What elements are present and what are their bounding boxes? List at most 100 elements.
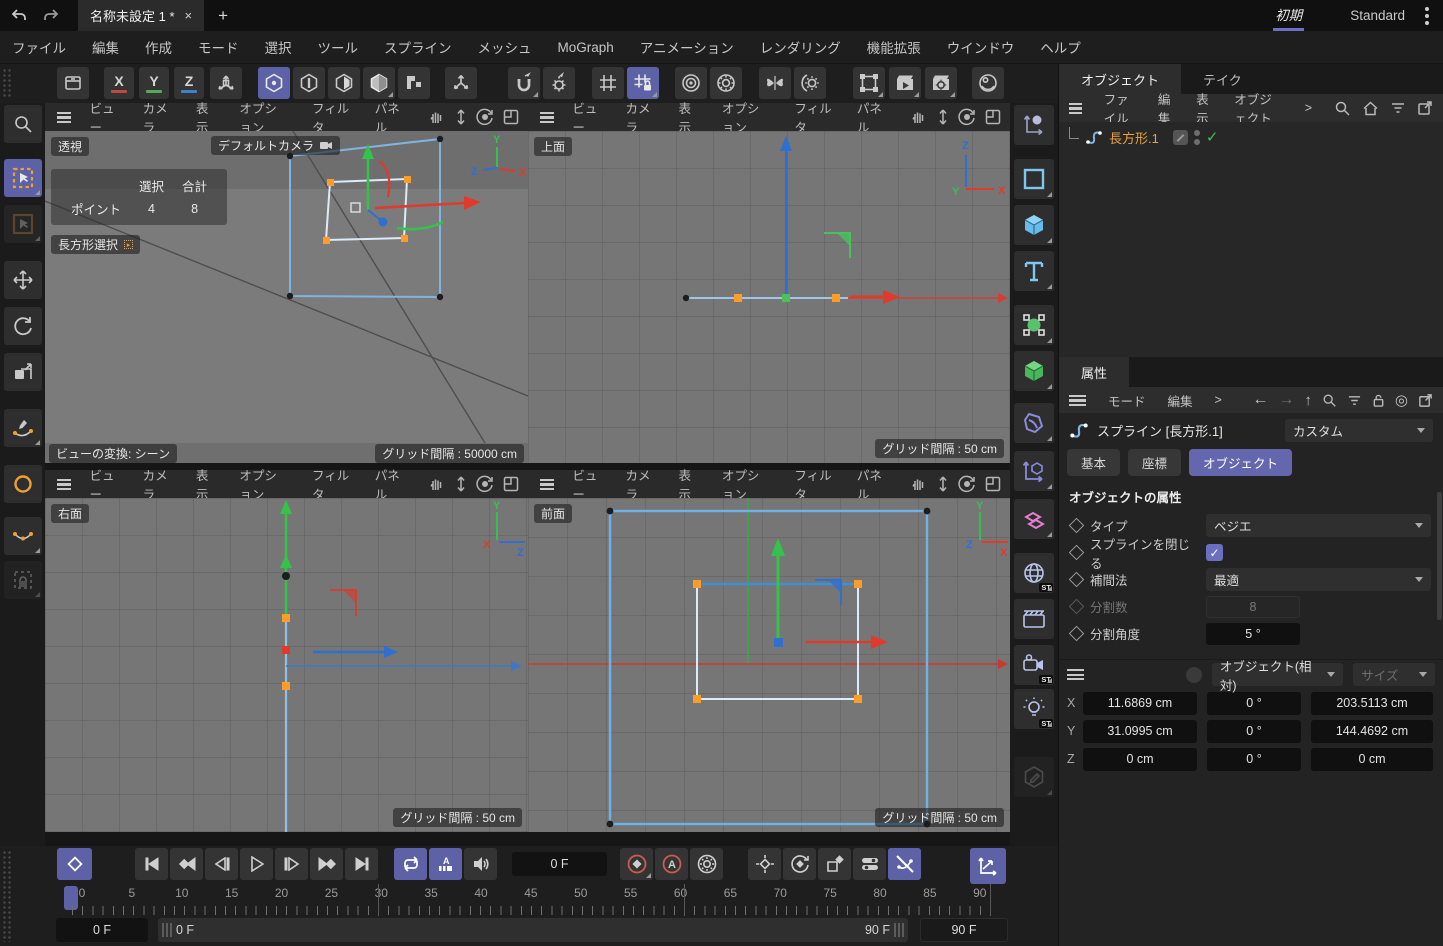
points-mode-button[interactable] (258, 67, 290, 99)
tool-expand-icon[interactable]: ▸ (124, 240, 133, 249)
timeline-drag-handle[interactable] (2, 850, 12, 942)
menu-item[interactable]: モード (198, 37, 239, 57)
menu-overflow-chevron[interactable]: > (1305, 101, 1312, 115)
range-end-field[interactable]: 90 F (920, 918, 1008, 942)
polygons-mode-button[interactable] (328, 67, 360, 99)
menu-item[interactable]: 作成 (145, 37, 172, 57)
enabled-checkmark-icon[interactable]: ✓ (1206, 128, 1219, 146)
position-x-field[interactable]: 11.6869 cm (1083, 692, 1197, 715)
viewport-burger-icon[interactable] (540, 479, 554, 490)
position-y-field[interactable]: 31.0995 cm (1083, 720, 1197, 743)
live-selection-tool-button[interactable] (4, 205, 42, 243)
type-dropdown[interactable]: ベジエ (1206, 514, 1431, 537)
subdivision-generator-button[interactable] (1014, 305, 1054, 345)
axis-workflow-button[interactable] (1014, 105, 1054, 145)
key-pla-toggle[interactable] (888, 848, 921, 880)
toggle-view-icon[interactable] (502, 108, 520, 126)
position-z-field[interactable]: 0 cm (1083, 748, 1197, 771)
dolly-view-icon[interactable] (936, 475, 950, 493)
viewport-right[interactable]: ビューカメラ表示オプションフィルタパネル (45, 470, 528, 846)
previous-frame-button[interactable] (205, 848, 238, 880)
menu-item[interactable]: メッシュ (478, 37, 532, 57)
tab-attributes[interactable]: 属性 (1059, 357, 1129, 387)
filter-icon[interactable] (1347, 394, 1362, 407)
orbit-view-icon[interactable] (476, 108, 494, 126)
cage-deform-tool-button[interactable] (4, 561, 42, 599)
render-view-button[interactable] (889, 67, 921, 99)
menu-item[interactable]: アニメーション (640, 37, 734, 57)
object-row-rectangle[interactable]: 長方形.1 ✓ (1069, 126, 1218, 148)
stage-object-button[interactable] (1014, 599, 1054, 639)
quantize-button[interactable] (627, 67, 659, 99)
viewport-top-canvas[interactable]: Z Y X 上面 グリッド間隔 : 50 cm (528, 131, 1010, 463)
dolly-view-icon[interactable] (454, 475, 468, 493)
key-rotation-toggle[interactable] (783, 848, 816, 880)
menu-item[interactable]: ウインドウ (947, 37, 1015, 57)
sky-object-button[interactable]: ST (1014, 553, 1054, 593)
render-settings-button[interactable] (925, 67, 957, 99)
lock-y-axis-button[interactable]: Y (139, 67, 169, 99)
timeline-ruler[interactable]: 051015202530354045505560657075808590 (72, 886, 990, 900)
size-mode-dropdown[interactable]: サイズ (1353, 663, 1435, 686)
light-object-button[interactable]: ST (1014, 689, 1054, 729)
viewport-top[interactable]: ビューカメラ表示オプションフィルタパネル (528, 103, 1010, 463)
spline-primitive-button[interactable] (1014, 159, 1054, 199)
snap-button[interactable] (508, 67, 540, 99)
menu-item[interactable]: MoGraph (558, 40, 614, 55)
size-z-field[interactable]: 0 cm (1311, 748, 1433, 771)
tab-coordinates[interactable]: 座標 (1128, 449, 1181, 476)
move-tool-button[interactable] (4, 261, 42, 299)
menu-item[interactable]: ヘルプ (1040, 37, 1081, 57)
history-forward-icon[interactable]: → (1278, 391, 1294, 409)
toggle-view-icon[interactable] (984, 108, 1002, 126)
arc-spline-tool-button[interactable] (4, 517, 42, 555)
close-tab-icon[interactable]: × (185, 8, 193, 23)
keyframe-diamond-button[interactable] (57, 848, 92, 880)
angle-field[interactable]: 5 ° (1206, 623, 1300, 645)
find-tool-button[interactable] (4, 105, 42, 143)
size-y-field[interactable]: 144.4692 cm (1311, 720, 1433, 743)
viewport-burger-icon[interactable] (57, 112, 71, 123)
redo-button[interactable] (38, 3, 64, 29)
search-icon[interactable] (1334, 100, 1351, 117)
interpolation-dropdown[interactable]: 最適 (1206, 568, 1431, 591)
menu-overflow-chevron[interactable]: > (1215, 393, 1222, 407)
viewport-right-canvas[interactable]: Y X Z 右面 グリッド間隔 : 50 cm (45, 498, 528, 832)
rectangle-selection-tool-button[interactable] (4, 159, 42, 197)
target-mode-icon[interactable]: ◎ (1395, 391, 1408, 409)
keyframe-diamond-icon[interactable] (1069, 545, 1085, 561)
home-icon[interactable] (1362, 100, 1379, 117)
attribute-menu-item[interactable]: 編集 (1168, 391, 1193, 410)
sound-button[interactable] (464, 848, 497, 880)
object-tree[interactable]: 長方形.1 ✓ (1059, 122, 1443, 357)
object-manager-burger-icon[interactable] (1069, 103, 1082, 114)
viewport-perspective[interactable]: ビューカメラ表示オプションフィルタパネル (45, 103, 528, 463)
grid-button[interactable] (592, 67, 624, 99)
menu-item[interactable]: 機能拡張 (867, 37, 921, 57)
tab-object[interactable]: オブジェクト (1189, 449, 1292, 476)
lock-x-axis-button[interactable]: X (104, 67, 134, 99)
key-position-toggle[interactable] (748, 848, 781, 880)
object-name[interactable]: 長方形.1 (1109, 128, 1159, 147)
edit-hexagon-button[interactable] (1014, 757, 1054, 797)
viewport-front-canvas[interactable]: Y Z X 前面 グリッド間隔 : 50 cm (528, 498, 1010, 832)
pen-spline-tool-button[interactable] (4, 409, 42, 447)
toggle-view-icon[interactable] (502, 475, 520, 493)
symmetry-settings-button[interactable] (794, 67, 826, 99)
cube-primitive-button[interactable] (1014, 205, 1054, 245)
texture-mode-button[interactable] (398, 67, 430, 99)
camera-object-button[interactable]: ST (1014, 645, 1054, 685)
camera-label[interactable]: デフォルトカメラ (211, 136, 340, 155)
orbit-view-icon[interactable] (476, 475, 494, 493)
close-spline-checkbox[interactable]: ✓ (1206, 544, 1223, 561)
orbit-view-icon[interactable] (958, 108, 976, 126)
scale-tool-button[interactable] (4, 353, 42, 391)
bend-deformer-button[interactable] (1014, 403, 1054, 443)
current-frame-field[interactable]: 0 F (512, 852, 607, 876)
autokey-button[interactable]: A (655, 848, 688, 880)
dolly-view-icon[interactable] (936, 108, 950, 126)
parent-up-icon[interactable]: ↑ (1304, 392, 1312, 409)
previous-key-button[interactable] (170, 848, 203, 880)
loop-playback-button[interactable] (394, 848, 427, 880)
layout-tab-default[interactable]: 初期 (1273, 0, 1304, 31)
